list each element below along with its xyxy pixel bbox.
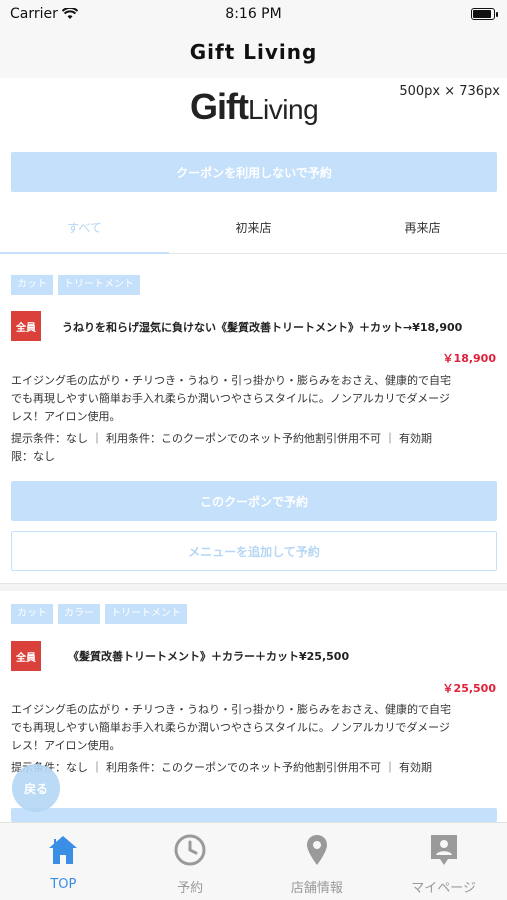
tabbar-label: 店舗情報 <box>290 881 343 896</box>
reserve-without-coupon-button[interactable]: クーポンを利用しないで予約 <box>11 152 497 192</box>
tag: カラー <box>58 604 100 624</box>
tabbar-item-store-info[interactable]: 店舗情報 <box>254 823 381 900</box>
coupon-tabs: すべて 初来店 再来店 <box>0 210 507 254</box>
description-line: エイジング毛の広がり・チリつき・うねり・引っ掛かり・膨らみをおさえ、健康的で自宅 <box>11 374 451 387</box>
description-line: でも再現しやすい簡単お手入れ柔らか潤いつやさらスタイルに。ノンアルカリでダメージ <box>11 721 450 734</box>
coupon-price: ￥18,900 <box>442 352 496 365</box>
tabbar-label: マイページ <box>411 881 476 896</box>
coupon-tags: カット カラー トリートメント <box>11 604 187 624</box>
coupon-price: ￥25,500 <box>442 682 496 695</box>
status-bar: Carrier 8:16 PM <box>0 0 507 28</box>
coupon-title: うねりを和らげ湿気に負けない《髪質改善トリートメント》＋カット→¥18,900 <box>62 321 463 334</box>
tag: トリートメント <box>58 275 140 295</box>
description-line: でも再現しやすい簡単お手入れ柔らか潤いつやさらスタイルに。ノンアルカリでダメージ <box>11 392 450 405</box>
nav-bar: Gift Living <box>0 28 507 78</box>
coupon-tags: カット トリートメント <box>11 275 140 295</box>
tabbar-label: TOP <box>50 877 77 892</box>
page-title: Gift Living <box>189 40 318 64</box>
tabbar-item-top[interactable]: TOP <box>0 823 127 900</box>
tab-all[interactable]: すべて <box>0 210 169 254</box>
section-divider <box>0 583 507 591</box>
clock-icon <box>174 834 206 866</box>
dimensions-label: 500px × 736px <box>399 84 500 99</box>
terms-line: 提示条件：なし ｜ 利用条件：このクーポンでのネット予約他割引併用不可 ｜ 有効… <box>11 761 432 774</box>
tabbar-item-mypage[interactable]: マイページ <box>380 823 507 900</box>
description-line: レス！アイロン使用。 <box>11 739 121 752</box>
logo-gift: Gift <box>190 86 249 127</box>
reserve-with-coupon-button[interactable]: このクーポンで予約 <box>11 481 497 521</box>
terms-line: 提示条件：なし ｜ 利用条件：このクーポンでのネット予約他割引併用不可 ｜ 有効… <box>11 432 432 445</box>
status-time: 8:16 PM <box>225 6 282 22</box>
description-line: レス！アイロン使用。 <box>11 410 121 423</box>
coupon-badge: 全員 <box>11 311 41 341</box>
description-line: エイジング毛の広がり・チリつき・うねり・引っ掛かり・膨らみをおさえ、健康的で自宅 <box>11 703 451 716</box>
tag: カット <box>11 604 53 624</box>
tabbar-label: 予約 <box>177 881 204 896</box>
terms-line: 限：なし <box>11 450 55 463</box>
back-button[interactable]: 戻る <box>12 764 60 812</box>
profile-icon <box>430 835 457 865</box>
tag: カット <box>11 275 53 295</box>
map-pin-icon <box>306 835 327 865</box>
add-menu-reserve-button[interactable]: メニューを追加して予約 <box>11 531 497 571</box>
tabbar-item-reserve[interactable]: 予約 <box>127 823 254 900</box>
logo-living: Living <box>247 94 319 125</box>
tab-first-visit[interactable]: 初来店 <box>169 210 338 253</box>
coupon-description: エイジング毛の広がり・チリつき・うねり・引っ掛かり・膨らみをおさえ、健康的で自宅… <box>11 372 499 466</box>
battery-icon <box>471 8 498 20</box>
tag: トリートメント <box>105 604 187 624</box>
coupon-description: エイジング毛の広がり・チリつき・うねり・引っ掛かり・膨らみをおさえ、健康的で自宅… <box>11 701 499 777</box>
home-icon <box>49 836 78 864</box>
reserve-with-coupon-button[interactable] <box>11 808 497 822</box>
tab-repeat-visit[interactable]: 再来店 <box>338 210 507 253</box>
tab-bar: TOP 予約 店舗情報 マイページ <box>0 822 507 900</box>
logo: GiftLiving <box>190 86 319 128</box>
coupon-title: 《髪質改善トリートメント》＋カラー＋カット¥25,500 <box>68 650 350 663</box>
logo-area: GiftLiving 500px × 736px <box>0 78 507 148</box>
coupon-badge: 全員 <box>11 641 41 671</box>
